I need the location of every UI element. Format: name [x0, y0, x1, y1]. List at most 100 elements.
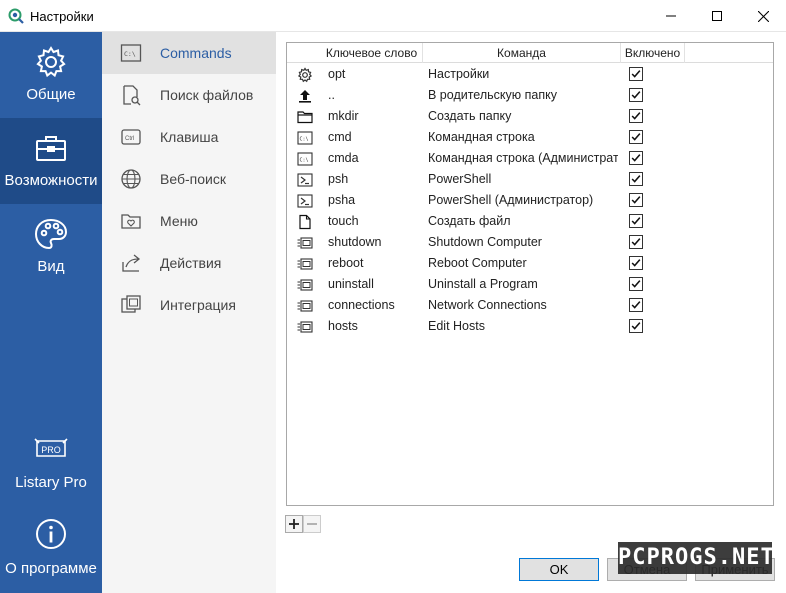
row-command: Edit Hosts — [428, 319, 485, 333]
checkmark-icon — [631, 91, 641, 99]
table-row[interactable]: connections Network Connections — [287, 295, 773, 316]
enabled-checkbox[interactable] — [629, 298, 643, 312]
powershell-icon — [297, 172, 313, 188]
table-row[interactable]: reboot Reboot Computer — [287, 253, 773, 274]
sidebar-item-appearance[interactable]: Вид — [0, 204, 102, 290]
file-search-icon — [123, 85, 141, 106]
svg-text:C:\: C:\ — [300, 158, 309, 164]
enabled-checkbox[interactable] — [629, 88, 643, 102]
sidebar-item-listary-pro[interactable]: PRO Listary Pro — [0, 436, 102, 491]
subnav-item-label: Поиск файлов — [160, 87, 254, 103]
table-row[interactable]: touch Создать файл — [287, 211, 773, 232]
sidebar-item-label: Возможности — [4, 172, 98, 189]
close-icon — [757, 10, 769, 22]
row-keyword: shutdown — [328, 235, 382, 249]
svg-text:Ctrl: Ctrl — [125, 136, 134, 142]
subnav-item-web-search[interactable]: Веб-поиск — [102, 158, 276, 200]
enabled-checkbox[interactable] — [629, 172, 643, 186]
subnav-item-commands[interactable]: C:\ Commands — [102, 32, 276, 74]
checkmark-icon — [631, 301, 641, 309]
row-keyword: cmda — [328, 151, 359, 165]
add-command-button[interactable] — [285, 515, 303, 533]
row-command: Командная строка (Администратор) — [428, 151, 618, 165]
row-command: Настройки — [428, 67, 490, 81]
sidebar-item-features[interactable]: Возможности — [0, 118, 102, 204]
sidebar-item-label: Вид — [37, 258, 65, 275]
row-keyword: psha — [328, 193, 356, 207]
table-row[interactable]: uninstall Uninstall a Program — [287, 274, 773, 295]
sidebar-item-label: Общие — [26, 86, 76, 103]
minimize-button[interactable] — [648, 0, 694, 32]
table-row[interactable]: psh PowerShell — [287, 169, 773, 190]
windows-icon — [121, 295, 141, 313]
table-row[interactable]: psha PowerShell (Администратор) — [287, 190, 773, 211]
enabled-checkbox[interactable] — [629, 235, 643, 249]
subnav-item-menu[interactable]: Меню — [102, 200, 276, 242]
enabled-checkbox[interactable] — [629, 193, 643, 207]
subnav-item-hotkey[interactable]: Ctrl Клавиша — [102, 116, 276, 158]
row-command: Создать папку — [428, 109, 512, 123]
row-keyword: .. — [328, 88, 335, 102]
main-sidebar: Общие Возможности Вид PRO Listary Pro О … — [0, 32, 102, 593]
console-icon: C:\ — [297, 130, 313, 146]
column-header-enabled[interactable]: Включено — [621, 43, 685, 63]
subnav-item-integration[interactable]: Интеграция — [102, 284, 276, 326]
enabled-checkbox[interactable] — [629, 67, 643, 81]
row-keyword: touch — [328, 214, 359, 228]
row-command: Командная строка — [428, 130, 535, 144]
checkmark-icon — [631, 259, 641, 267]
svg-text:C:\: C:\ — [300, 137, 309, 143]
table-row[interactable]: .. В родительскую папку — [287, 85, 773, 106]
table-row[interactable]: hosts Edit Hosts — [287, 316, 773, 337]
console-icon: C:\ — [120, 44, 142, 62]
table-row[interactable]: mkdir Создать папку — [287, 106, 773, 127]
plus-icon — [289, 519, 299, 529]
globe-icon — [121, 169, 141, 189]
enabled-checkbox[interactable] — [629, 130, 643, 144]
row-command: PowerShell (Администратор) — [428, 193, 594, 207]
enabled-checkbox[interactable] — [629, 214, 643, 228]
subnav-item-actions[interactable]: Действия — [102, 242, 276, 284]
row-keyword: psh — [328, 172, 349, 186]
close-button[interactable] — [740, 0, 786, 32]
control-panel-icon — [297, 235, 313, 251]
checkmark-icon — [631, 175, 641, 183]
enabled-checkbox[interactable] — [629, 319, 643, 333]
table-row[interactable]: C:\ cmda Командная строка (Администратор) — [287, 148, 773, 169]
enabled-checkbox[interactable] — [629, 256, 643, 270]
maximize-icon — [712, 11, 722, 21]
enabled-checkbox[interactable] — [629, 151, 643, 165]
row-command: Reboot Computer — [428, 256, 527, 270]
table-row[interactable]: shutdown Shutdown Computer — [287, 232, 773, 253]
table-header: Ключевое слово Команда Включено — [287, 43, 773, 63]
row-keyword: uninstall — [328, 277, 374, 291]
table-row[interactable]: opt Настройки — [287, 64, 773, 85]
checkmark-icon — [631, 196, 641, 204]
row-command: Создать файл — [428, 214, 511, 228]
column-header-command[interactable]: Команда — [423, 43, 621, 63]
control-panel-icon — [297, 256, 313, 272]
checkmark-icon — [631, 217, 641, 225]
maximize-button[interactable] — [694, 0, 740, 32]
subnav-item-file-search[interactable]: Поиск файлов — [102, 74, 276, 116]
row-keyword: opt — [328, 67, 346, 81]
file-icon — [297, 214, 313, 230]
sidebar-item-about[interactable]: О программе — [0, 518, 102, 577]
content-panel: Ключевое слово Команда Включено opt Настр… — [276, 32, 786, 593]
palette-icon — [34, 218, 68, 250]
key-icon: Ctrl — [121, 129, 141, 145]
enabled-checkbox[interactable] — [629, 109, 643, 123]
svg-text:C:\: C:\ — [124, 50, 136, 58]
window-title: Настройки — [30, 9, 94, 24]
ok-button[interactable]: OK — [519, 558, 599, 581]
column-header-keyword[interactable]: Ключевое слово — [321, 43, 423, 63]
gear-icon — [36, 46, 66, 78]
info-icon — [36, 519, 66, 549]
remove-command-button[interactable] — [303, 515, 321, 533]
sidebar-item-label: О программе — [5, 560, 97, 577]
sidebar-item-general[interactable]: Общие — [0, 32, 102, 118]
table-row[interactable]: C:\ cmd Командная строка — [287, 127, 773, 148]
sidebar-item-label: Listary Pro — [15, 474, 87, 491]
enabled-checkbox[interactable] — [629, 277, 643, 291]
console-icon: C:\ — [297, 151, 313, 167]
